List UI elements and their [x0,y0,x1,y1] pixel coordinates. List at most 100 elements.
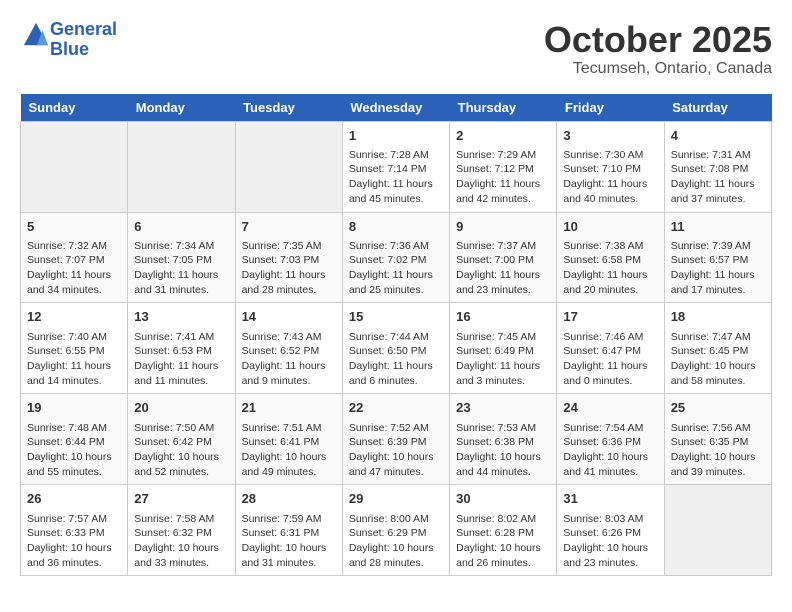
day-number: 9 [456,218,550,236]
calendar-cell: 17 Sunrise: 7:46 AM Sunset: 6:47 PM Dayli… [557,303,664,394]
day-number: 12 [27,308,121,326]
calendar-cell: 23 Sunrise: 7:53 AM Sunset: 6:38 PM Dayli… [450,394,557,485]
day-number: 14 [242,308,336,326]
calendar-cell: 5 Sunrise: 7:32 AM Sunset: 7:07 PM Daylig… [21,212,128,303]
day-info: Sunrise: 7:50 AM Sunset: 6:42 PM Dayligh… [134,421,228,480]
day-number: 13 [134,308,228,326]
calendar-cell: 1 Sunrise: 7:28 AM Sunset: 7:14 PM Daylig… [342,121,449,212]
day-number: 3 [563,127,657,145]
weekday-header: Wednesday [342,94,449,122]
calendar-cell: 22Sunrise: 7:52 AM Sunset: 6:39 PM Dayli… [342,394,449,485]
calendar-cell: 20Sunrise: 7:50 AM Sunset: 6:42 PM Dayli… [128,394,235,485]
calendar-cell: 31 Sunrise: 8:03 AM Sunset: 6:26 PM Dayli… [557,485,664,576]
weekday-row: SundayMondayTuesdayWednesdayThursdayFrid… [21,94,772,122]
day-number: 21 [242,399,336,417]
calendar-cell: 21 Sunrise: 7:51 AM Sunset: 6:41 PM Dayli… [235,394,342,485]
day-number: 17 [563,308,657,326]
day-number: 16 [456,308,550,326]
calendar-cell: 11 Sunrise: 7:39 AM Sunset: 6:57 PM Dayli… [664,212,771,303]
day-info: Sunrise: 7:30 AM Sunset: 7:10 PM Dayligh… [563,148,657,207]
day-info: Sunrise: 7:41 AM Sunset: 6:53 PM Dayligh… [134,330,228,389]
calendar-table: SundayMondayTuesdayWednesdayThursdayFrid… [20,94,772,577]
day-info: Sunrise: 7:53 AM Sunset: 6:38 PM Dayligh… [456,421,550,480]
day-info: Sunrise: 7:44 AM Sunset: 6:50 PM Dayligh… [349,330,443,389]
calendar-cell [235,121,342,212]
day-info: Sunrise: 7:57 AM Sunset: 6:33 PM Dayligh… [27,512,121,571]
calendar-cell: 12 Sunrise: 7:40 AM Sunset: 6:55 PM Dayli… [21,303,128,394]
day-number: 28 [242,490,336,508]
day-number: 30 [456,490,550,508]
day-info: Sunrise: 7:35 AM Sunset: 7:03 PM Dayligh… [242,239,336,298]
weekday-header: Monday [128,94,235,122]
day-info: Sunrise: 7:38 AM Sunset: 6:58 PM Dayligh… [563,239,657,298]
calendar-cell: 18Sunrise: 7:47 AM Sunset: 6:45 PM Dayli… [664,303,771,394]
day-number: 11 [671,218,765,236]
calendar-week-row: 12 Sunrise: 7:40 AM Sunset: 6:55 PM Dayli… [21,303,772,394]
day-info: Sunrise: 7:40 AM Sunset: 6:55 PM Dayligh… [27,330,121,389]
calendar-week-row: 1 Sunrise: 7:28 AM Sunset: 7:14 PM Daylig… [21,121,772,212]
calendar-cell [664,485,771,576]
calendar-cell: 15 Sunrise: 7:44 AM Sunset: 6:50 PM Dayli… [342,303,449,394]
day-number: 27 [134,490,228,508]
logo-text: General Blue [50,20,117,60]
calendar-cell: 19 Sunrise: 7:48 AM Sunset: 6:44 PM Dayli… [21,394,128,485]
day-number: 23 [456,399,550,417]
day-info: Sunrise: 7:32 AM Sunset: 7:07 PM Dayligh… [27,239,121,298]
calendar-cell [21,121,128,212]
calendar-cell: 10 Sunrise: 7:38 AM Sunset: 6:58 PM Dayli… [557,212,664,303]
day-number: 19 [27,399,121,417]
day-number: 8 [349,218,443,236]
day-info: Sunrise: 7:28 AM Sunset: 7:14 PM Dayligh… [349,148,443,207]
calendar-subtitle: Tecumseh, Ontario, Canada [544,60,772,78]
weekday-header: Thursday [450,94,557,122]
calendar-cell: 6Sunrise: 7:34 AM Sunset: 7:05 PM Daylig… [128,212,235,303]
day-info: Sunrise: 7:48 AM Sunset: 6:44 PM Dayligh… [27,421,121,480]
day-number: 29 [349,490,443,508]
day-info: Sunrise: 7:31 AM Sunset: 7:08 PM Dayligh… [671,148,765,207]
day-info: Sunrise: 7:37 AM Sunset: 7:00 PM Dayligh… [456,239,550,298]
logo-line1: General [50,19,117,39]
day-number: 1 [349,127,443,145]
weekday-header: Friday [557,94,664,122]
day-info: Sunrise: 7:36 AM Sunset: 7:02 PM Dayligh… [349,239,443,298]
calendar-cell: 28 Sunrise: 7:59 AM Sunset: 6:31 PM Dayli… [235,485,342,576]
day-number: 5 [27,218,121,236]
calendar-header: SundayMondayTuesdayWednesdayThursdayFrid… [21,94,772,122]
day-info: Sunrise: 7:47 AM Sunset: 6:45 PM Dayligh… [671,330,765,389]
calendar-week-row: 26Sunrise: 7:57 AM Sunset: 6:33 PM Dayli… [21,485,772,576]
day-number: 10 [563,218,657,236]
calendar-cell: 2 Sunrise: 7:29 AM Sunset: 7:12 PM Daylig… [450,121,557,212]
day-number: 22 [349,399,443,417]
calendar-title: October 2025 [544,20,772,60]
day-info: Sunrise: 7:43 AM Sunset: 6:52 PM Dayligh… [242,330,336,389]
calendar-cell: 26Sunrise: 7:57 AM Sunset: 6:33 PM Dayli… [21,485,128,576]
calendar-cell: 9 Sunrise: 7:37 AM Sunset: 7:00 PM Daylig… [450,212,557,303]
calendar-week-row: 19 Sunrise: 7:48 AM Sunset: 6:44 PM Dayli… [21,394,772,485]
day-info: Sunrise: 7:39 AM Sunset: 6:57 PM Dayligh… [671,239,765,298]
day-info: Sunrise: 7:34 AM Sunset: 7:05 PM Dayligh… [134,239,228,298]
day-info: Sunrise: 7:45 AM Sunset: 6:49 PM Dayligh… [456,330,550,389]
logo: General Blue [20,20,117,60]
calendar-cell: 7Sunrise: 7:35 AM Sunset: 7:03 PM Daylig… [235,212,342,303]
calendar-cell [128,121,235,212]
day-info: Sunrise: 7:46 AM Sunset: 6:47 PM Dayligh… [563,330,657,389]
calendar-cell: 29Sunrise: 8:00 AM Sunset: 6:29 PM Dayli… [342,485,449,576]
weekday-header: Saturday [664,94,771,122]
day-number: 25 [671,399,765,417]
logo-icon [22,21,50,49]
calendar-cell: 14 Sunrise: 7:43 AM Sunset: 6:52 PM Dayli… [235,303,342,394]
day-info: Sunrise: 7:59 AM Sunset: 6:31 PM Dayligh… [242,512,336,571]
day-info: Sunrise: 7:51 AM Sunset: 6:41 PM Dayligh… [242,421,336,480]
day-info: Sunrise: 7:56 AM Sunset: 6:35 PM Dayligh… [671,421,765,480]
calendar-cell: 24Sunrise: 7:54 AM Sunset: 6:36 PM Dayli… [557,394,664,485]
calendar-cell: 8 Sunrise: 7:36 AM Sunset: 7:02 PM Daylig… [342,212,449,303]
calendar-cell: 27Sunrise: 7:58 AM Sunset: 6:32 PM Dayli… [128,485,235,576]
day-info: Sunrise: 7:29 AM Sunset: 7:12 PM Dayligh… [456,148,550,207]
calendar-cell: 3 Sunrise: 7:30 AM Sunset: 7:10 PM Daylig… [557,121,664,212]
calendar-cell: 25 Sunrise: 7:56 AM Sunset: 6:35 PM Dayli… [664,394,771,485]
weekday-header: Tuesday [235,94,342,122]
day-number: 31 [563,490,657,508]
day-number: 15 [349,308,443,326]
day-info: Sunrise: 8:03 AM Sunset: 6:26 PM Dayligh… [563,512,657,571]
day-number: 2 [456,127,550,145]
